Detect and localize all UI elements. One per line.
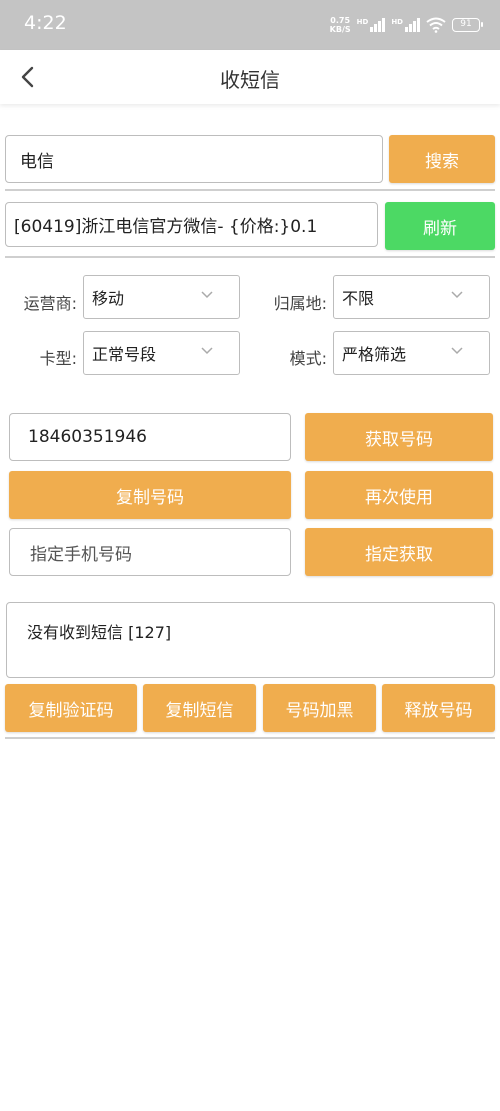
copy-sms-button[interactable]: 复制短信	[143, 684, 256, 732]
chevron-down-icon	[451, 291, 463, 299]
get-number-button[interactable]: 获取号码	[305, 413, 493, 461]
divider	[5, 189, 495, 191]
battery-icon: 91	[452, 18, 483, 32]
signal-icon-2: HD	[391, 18, 420, 32]
operator-select[interactable]: 移动	[83, 275, 240, 319]
search-input[interactable]: 电信	[5, 135, 383, 183]
region-select[interactable]: 不限	[333, 275, 490, 319]
blacklist-number-button[interactable]: 号码加黑	[263, 684, 376, 732]
operator-value: 移动	[92, 289, 125, 308]
status-icons: 0.75 KB/S HD HD 91	[329, 14, 483, 36]
region-value: 不限	[342, 289, 375, 308]
sms-message-text: 没有收到短信 [127]	[27, 623, 172, 642]
mode-label: 模式:	[289, 349, 327, 368]
mode-select[interactable]: 严格筛选	[333, 331, 490, 375]
network-speed: 0.75 KB/S	[329, 16, 351, 34]
signal-icon: HD	[357, 18, 386, 32]
status-time: 4:22	[24, 12, 67, 34]
specify-get-button[interactable]: 指定获取	[305, 528, 493, 576]
refresh-button[interactable]: 刷新	[385, 202, 495, 250]
release-number-button[interactable]: 释放号码	[382, 684, 495, 732]
copy-code-button[interactable]: 复制验证码	[5, 684, 137, 732]
reuse-button[interactable]: 再次使用	[305, 471, 493, 519]
specify-number-input[interactable]: 指定手机号码	[9, 528, 291, 576]
wifi-icon	[426, 17, 446, 33]
card-type-select[interactable]: 正常号段	[83, 331, 240, 375]
page-title: 收短信	[220, 68, 280, 92]
chevron-down-icon	[201, 347, 213, 355]
mode-value: 严格筛选	[342, 345, 407, 364]
region-label: 归属地:	[273, 294, 327, 313]
sms-message-box: 没有收到短信 [127]	[6, 602, 495, 678]
operator-label: 运营商:	[23, 294, 77, 313]
phone-number-field[interactable]: 18460351946	[9, 413, 291, 461]
search-button[interactable]: 搜索	[389, 135, 495, 183]
chevron-down-icon	[451, 347, 463, 355]
card-type-value: 正常号段	[92, 345, 157, 364]
chevron-down-icon	[201, 291, 213, 299]
card-type-label: 卡型:	[39, 349, 77, 368]
project-select[interactable]: [60419]浙江电信官方微信- {价格:}0.1	[5, 202, 378, 247]
copy-number-button[interactable]: 复制号码	[9, 471, 291, 519]
divider	[5, 256, 495, 258]
divider	[5, 737, 495, 739]
